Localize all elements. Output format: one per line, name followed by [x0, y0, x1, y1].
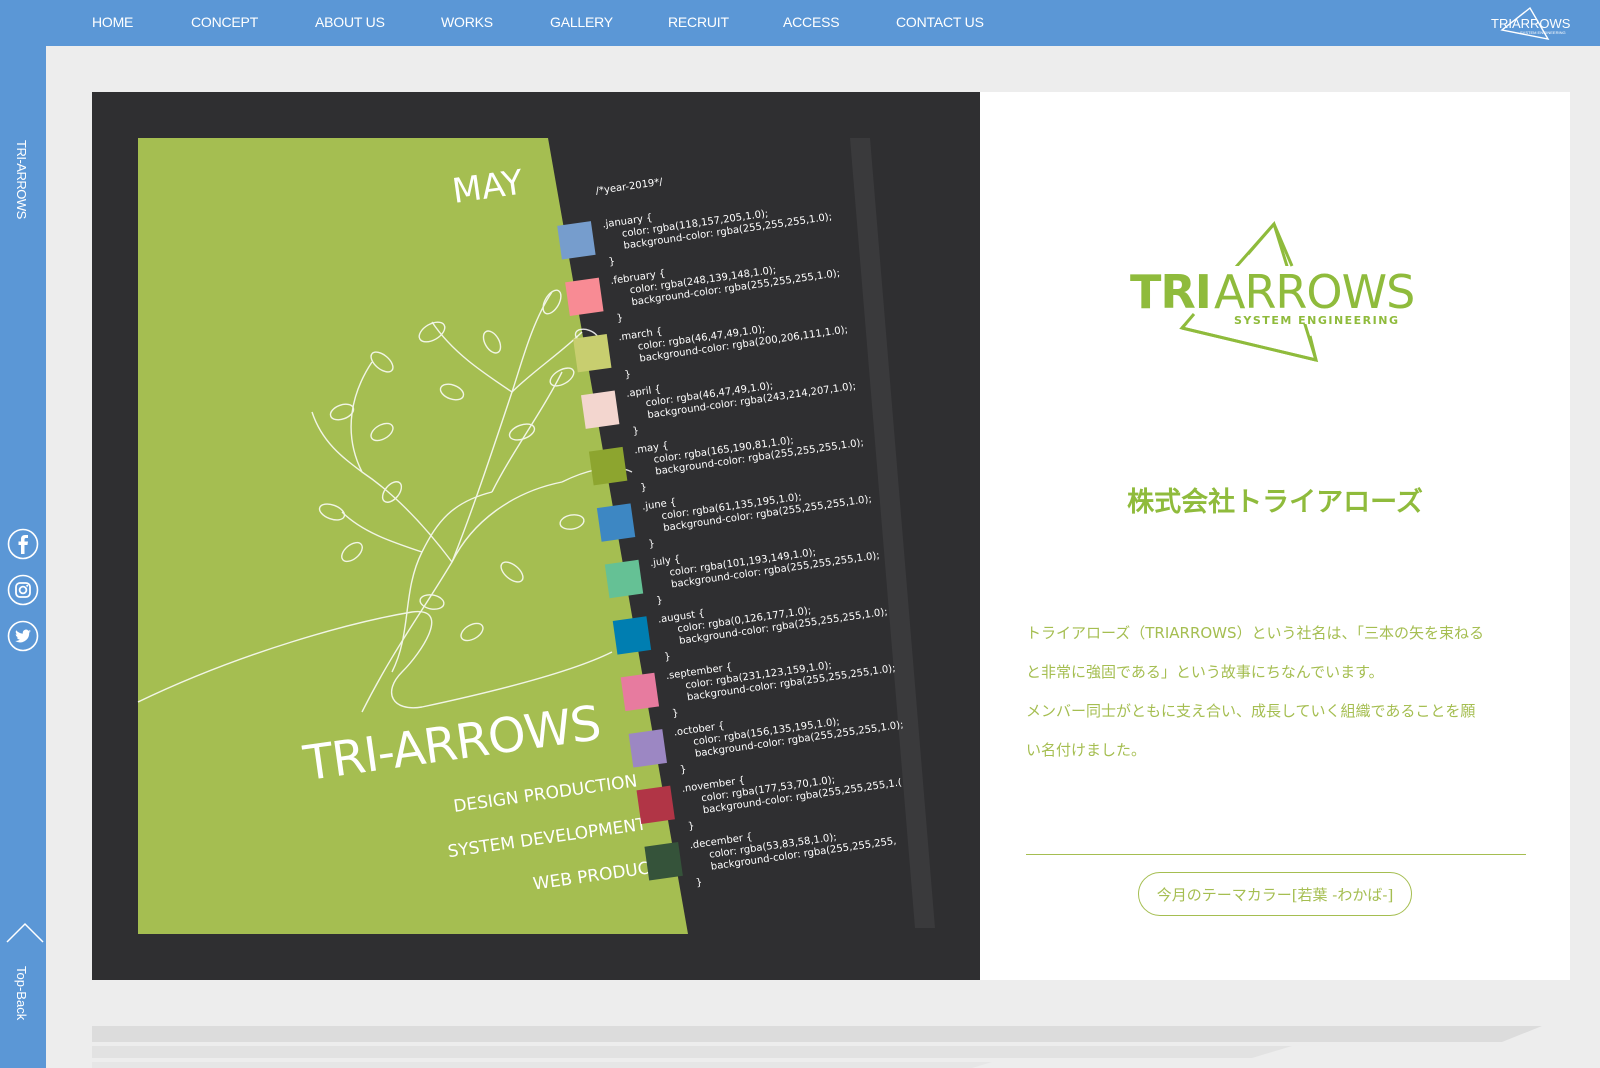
top-back-arrow-icon[interactable] — [6, 922, 44, 944]
nav-works[interactable]: WORKS — [441, 14, 493, 30]
company-name: 株式会社トライアローズ — [1127, 487, 1423, 518]
poster-artwork: MAY TRI-ARROWS DESIGN PRODUCTION SYSTEM … — [137, 138, 935, 934]
hero-card: MAY TRI-ARROWS DESIGN PRODUCTION SYSTEM … — [92, 92, 1570, 980]
bottom-arrow-stripes — [92, 1026, 1542, 1068]
left-sidebar: TRI-ARROWS Top-Back — [0, 46, 46, 1068]
code-close-brace: } — [687, 821, 695, 833]
code-close-brace: } — [608, 256, 616, 268]
code-close-brace: } — [679, 764, 687, 776]
top-back-link[interactable]: Top-Back — [14, 966, 29, 1020]
nav-contact-us[interactable]: CONTACT US — [896, 14, 984, 30]
header-logo-text: TRIARROWS — [1491, 16, 1571, 31]
triarrows-logo: TRI ARROWS SYSTEM ENGINEERING — [1130, 221, 1420, 363]
logo-sub: SYSTEM ENGINEERING — [1234, 314, 1399, 327]
code-close-brace: } — [616, 313, 624, 325]
twitter-icon[interactable] — [7, 620, 39, 652]
theme-color-poster: MAY TRI-ARROWS DESIGN PRODUCTION SYSTEM … — [92, 92, 980, 980]
code-close-brace: } — [624, 369, 632, 381]
color-swatch — [644, 842, 683, 881]
facebook-icon[interactable] — [7, 528, 39, 560]
logo-main-bold: TRI — [1130, 265, 1211, 319]
sidebar-brand: TRI-ARROWS — [14, 140, 29, 219]
code-close-brace: } — [656, 595, 664, 607]
nav-about-us[interactable]: ABOUT US — [315, 14, 385, 30]
code-close-brace: } — [640, 482, 648, 494]
code-close-brace: } — [648, 538, 656, 550]
code-close-brace: } — [695, 877, 703, 889]
nav-concept[interactable]: CONCEPT — [191, 14, 258, 30]
company-description: トライアローズ（TRIARROWS）という社名は、「三本の矢を束ねる と非常に強… — [1026, 614, 1526, 770]
color-swatch — [628, 729, 668, 768]
header-logo[interactable]: TRIARROWS SYSTEM ENGINEERING — [1490, 6, 1580, 40]
color-swatch — [596, 503, 636, 542]
color-swatch — [636, 785, 675, 824]
nav-gallery[interactable]: GALLERY — [550, 14, 613, 30]
code-close-brace: } — [632, 426, 640, 438]
description-line-1: トライアローズ（TRIARROWS）という社名は、「三本の矢を束ねる — [1026, 624, 1485, 642]
code-header: /*year-2019*/ — [595, 177, 664, 197]
color-swatch — [612, 616, 652, 655]
description-line-2: と非常に強固である」という故事にちなんでいます。 — [1026, 663, 1384, 681]
code-close-brace: } — [672, 708, 680, 720]
nav-home[interactable]: HOME — [92, 14, 133, 30]
instagram-icon[interactable] — [7, 574, 39, 606]
divider — [1026, 854, 1526, 855]
logo-main-light: ARROWS — [1214, 265, 1414, 319]
nav-recruit[interactable]: RECRUIT — [668, 14, 729, 30]
nav-access[interactable]: ACCESS — [783, 14, 840, 30]
header-logo-sub: SYSTEM ENGINEERING — [1520, 30, 1566, 35]
color-swatch — [557, 221, 596, 260]
description-line-4: い名付けました。 — [1026, 741, 1147, 759]
description-line-3: メンバー同士がともに支え合い、成長していく組織であることを願 — [1026, 702, 1476, 720]
color-swatch — [565, 277, 604, 316]
top-navigation: HOME CONCEPT ABOUT US WORKS GALLERY RECR… — [0, 0, 1600, 46]
color-swatch — [604, 559, 644, 599]
code-close-brace: } — [664, 651, 672, 663]
theme-color-button[interactable]: 今月のテーマカラー[若葉 -わかば-] — [1138, 872, 1412, 916]
color-swatch — [588, 446, 628, 486]
color-swatch — [581, 390, 620, 429]
color-swatch — [573, 334, 612, 373]
color-swatch — [620, 672, 660, 712]
company-info-panel: TRI ARROWS SYSTEM ENGINEERING 株式会社トライアロー… — [980, 92, 1570, 980]
